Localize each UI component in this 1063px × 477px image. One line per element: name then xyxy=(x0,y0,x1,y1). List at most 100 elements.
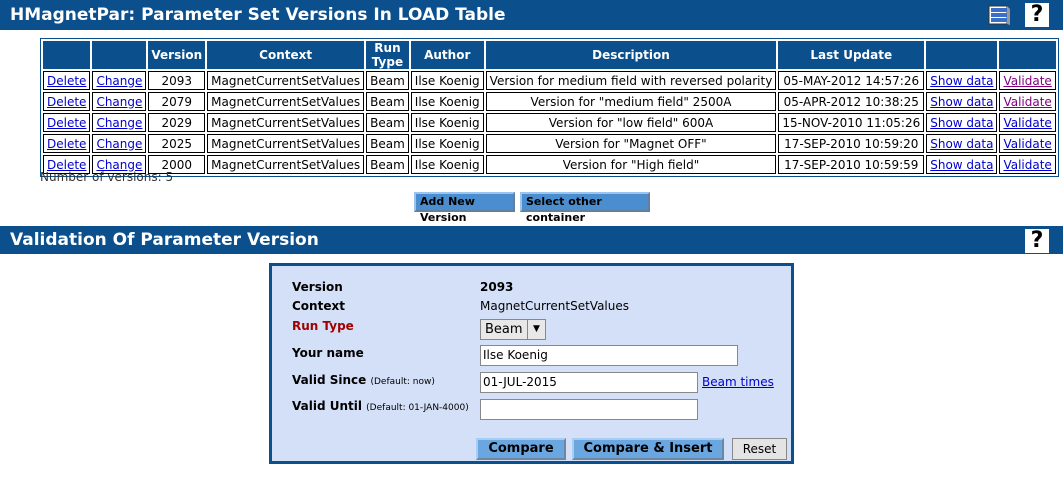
table-cell: Delete xyxy=(43,113,91,132)
valid-until-input[interactable] xyxy=(480,399,698,420)
column-header xyxy=(92,41,147,69)
select-other-container-button[interactable]: Select other container xyxy=(520,192,650,224)
versions-table: Version Context Run Type Author Descript… xyxy=(40,38,1059,177)
context-value: MagnetCurrentSetValues xyxy=(480,299,629,313)
delete-link[interactable]: Delete xyxy=(47,137,86,151)
validate-link[interactable]: Validate xyxy=(1003,137,1051,151)
table-row: Delete Change 2000 MagnetCurrentSetValues Be… xyxy=(43,155,1056,174)
help-icon[interactable]: ? xyxy=(1025,3,1049,27)
valid-until-label: Valid Until (Default: 01-JAN-4000) xyxy=(292,399,469,413)
page-title: HMagnetPar: Parameter Set Versions In LO… xyxy=(10,5,506,25)
last-update-cell: 05-APR-2012 10:38:25 xyxy=(778,92,925,111)
change-link[interactable]: Change xyxy=(96,95,142,109)
change-link[interactable]: Change xyxy=(96,74,142,88)
context-cell: MagnetCurrentSetValues xyxy=(207,113,365,132)
table-cell: Show data xyxy=(926,134,998,153)
table-cell: Show data xyxy=(926,155,998,174)
valid-until-hint: (Default: 01-JAN-4000) xyxy=(366,403,469,413)
description-cell: Version for "low field" 600A xyxy=(485,113,777,132)
run-type-label: Run Type xyxy=(292,319,354,333)
column-header: Last Update xyxy=(778,41,925,69)
change-link[interactable]: Change xyxy=(96,137,142,151)
compare-insert-button[interactable]: Compare & Insert xyxy=(572,438,724,460)
table-row: Delete Change 2079 MagnetCurrentSetValues Be… xyxy=(43,92,1056,111)
change-link[interactable]: Change xyxy=(96,116,142,130)
last-update-cell: 15-NOV-2010 11:05:26 xyxy=(778,113,925,132)
last-update-cell: 05-MAY-2012 14:57:26 xyxy=(778,71,925,90)
run-type-select[interactable]: Beam ▼ xyxy=(480,319,546,340)
column-header: Description xyxy=(485,41,777,69)
context-cell: MagnetCurrentSetValues xyxy=(207,71,365,90)
show-data-link[interactable]: Show data xyxy=(930,158,993,172)
your-name-label: Your name xyxy=(292,346,364,360)
author-cell: Ilse Koenig xyxy=(410,134,484,153)
show-data-link[interactable]: Show data xyxy=(930,137,993,151)
valid-until-text: Valid Until xyxy=(292,399,362,413)
context-cell: MagnetCurrentSetValues xyxy=(207,92,365,111)
section-title: Validation Of Parameter Version xyxy=(10,230,319,250)
column-header: Version xyxy=(148,41,206,69)
delete-link[interactable]: Delete xyxy=(47,74,86,88)
version-cell: 2029 xyxy=(148,113,206,132)
validate-link[interactable]: Validate xyxy=(1003,95,1051,109)
add-new-version-button[interactable]: Add New Version xyxy=(414,192,515,224)
version-cell: 2025 xyxy=(148,134,206,153)
run-type-cell: Beam xyxy=(366,92,409,111)
chevron-down-icon: ▼ xyxy=(527,320,545,339)
column-header: Context xyxy=(207,41,365,69)
run-type-cell: Beam xyxy=(366,134,409,153)
valid-since-text: Valid Since xyxy=(292,373,367,387)
column-header xyxy=(926,41,998,69)
last-update-cell: 17-SEP-2010 10:59:59 xyxy=(778,155,925,174)
valid-since-label: Valid Since (Default: now) xyxy=(292,373,435,387)
table-cell: Validate xyxy=(999,155,1056,174)
show-data-link[interactable]: Show data xyxy=(930,74,993,88)
your-name-input[interactable]: Ilse Koenig xyxy=(480,345,738,366)
table-cell: Validate xyxy=(999,134,1056,153)
version-cell: 2079 xyxy=(148,92,206,111)
version-cell: 2093 xyxy=(148,71,206,90)
beam-times-link[interactable]: Beam times xyxy=(702,375,774,389)
column-header: Author xyxy=(410,41,484,69)
validate-link[interactable]: Validate xyxy=(1003,116,1051,130)
validate-link[interactable]: Validate xyxy=(1003,74,1051,88)
run-type-cell: Beam xyxy=(366,71,409,90)
table-cell: Validate xyxy=(999,113,1056,132)
valid-since-hint: (Default: now) xyxy=(370,377,435,387)
table-cell: Show data xyxy=(926,71,998,90)
reset-button[interactable]: Reset xyxy=(732,438,787,460)
table-cell: Show data xyxy=(926,113,998,132)
table-cell: Delete xyxy=(43,71,91,90)
table-cell: Delete xyxy=(43,92,91,111)
last-update-cell: 17-SEP-2010 10:59:20 xyxy=(778,134,925,153)
table-row: Delete Change 2025 MagnetCurrentSetValues Be… xyxy=(43,134,1056,153)
column-header xyxy=(43,41,91,69)
context-cell: MagnetCurrentSetValues xyxy=(207,155,365,174)
page-header: HMagnetPar: Parameter Set Versions In LO… xyxy=(0,0,1063,30)
table-cell: Change xyxy=(92,92,147,111)
book-icon[interactable] xyxy=(987,4,1011,26)
author-cell: Ilse Koenig xyxy=(410,92,484,111)
help-icon[interactable]: ? xyxy=(1025,229,1049,253)
run-type-selected: Beam xyxy=(485,322,523,337)
validation-header: Validation Of Parameter Version xyxy=(0,226,1063,254)
table-cell: Delete xyxy=(43,134,91,153)
column-header: Run Type xyxy=(366,41,409,69)
table-cell: Validate xyxy=(999,71,1056,90)
compare-button[interactable]: Compare xyxy=(476,438,566,460)
validation-panel: Version 2093 Context MagnetCurrentSetVal… xyxy=(269,263,794,464)
run-type-cell: Beam xyxy=(366,155,409,174)
table-cell: Validate xyxy=(999,92,1056,111)
delete-link[interactable]: Delete xyxy=(47,116,86,130)
validate-link[interactable]: Validate xyxy=(1003,158,1051,172)
description-cell: Version for "medium field" 2500A xyxy=(485,92,777,111)
table-cell: Show data xyxy=(926,92,998,111)
table-cell: Change xyxy=(92,71,147,90)
author-cell: Ilse Koenig xyxy=(410,71,484,90)
show-data-link[interactable]: Show data xyxy=(930,95,993,109)
context-cell: MagnetCurrentSetValues xyxy=(207,134,365,153)
show-data-link[interactable]: Show data xyxy=(930,116,993,130)
description-cell: Version for "Magnet OFF" xyxy=(485,134,777,153)
delete-link[interactable]: Delete xyxy=(47,95,86,109)
valid-since-input[interactable]: 01-JUL-2015 xyxy=(480,372,698,393)
